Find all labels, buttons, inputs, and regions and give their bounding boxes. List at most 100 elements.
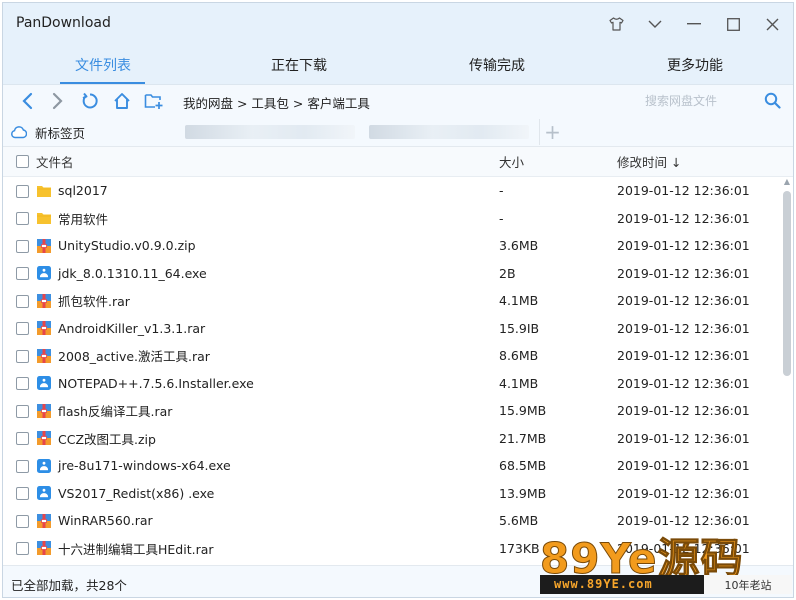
file-name-cell[interactable]: VS2017_Redist(x86) .exe	[36, 480, 214, 508]
column-header-time[interactable]: 修改时间 ↓	[617, 147, 681, 176]
file-modified-time: 2019-01-12 12:36:01	[617, 458, 750, 474]
blurred-tab[interactable]	[369, 125, 529, 139]
column-header-size[interactable]: 大小	[499, 147, 524, 176]
file-name-cell[interactable]: CCZ改图工具.zip	[36, 425, 156, 453]
exe-icon	[36, 375, 52, 391]
search-box[interactable]	[639, 90, 789, 112]
file-name-cell[interactable]: 十六进制编辑工具HEdit.rar	[36, 535, 214, 563]
file-name-cell[interactable]: 常用软件	[36, 205, 108, 233]
file-modified-time: 2019-01-12 12:36:01	[617, 238, 750, 254]
tab-file-list[interactable]: 文件列表	[3, 45, 203, 85]
chevron-down-icon[interactable]	[644, 13, 666, 35]
table-row[interactable]: 2008_active.激活工具.rar 8.6MB 2019-01-12 12:3…	[3, 342, 783, 370]
row-checkbox[interactable]	[16, 267, 29, 281]
minimize-icon[interactable]	[683, 13, 705, 35]
scroll-up-icon[interactable]: ▲	[783, 177, 791, 187]
table-row[interactable]: flash反编译工具.rar 15.9MB 2019-01-12 12:36:01	[3, 397, 783, 425]
file-name-cell[interactable]: AndroidKiller_v1.3.1.rar	[36, 315, 205, 343]
select-all-checkbox[interactable]	[16, 155, 29, 168]
file-name-cell[interactable]: sql2017	[36, 177, 108, 205]
row-checkbox[interactable]	[16, 294, 29, 308]
row-checkbox[interactable]	[16, 514, 29, 528]
file-name-cell[interactable]: jre-8u171-windows-x64.exe	[36, 452, 231, 480]
file-size: 4.1MB	[499, 293, 539, 309]
skin-icon[interactable]	[605, 13, 627, 35]
table-row[interactable]: jre-8u171-windows-x64.exe 68.5MB 2019-01-1…	[3, 452, 783, 480]
file-name-cell[interactable]: NOTEPAD++.7.5.6.Installer.exe	[36, 370, 254, 398]
tab-downloading[interactable]: 正在下载	[199, 45, 399, 85]
file-name-cell[interactable]: jdk_8.0.1310.11_64.exe	[36, 260, 207, 288]
forward-icon[interactable]	[47, 90, 69, 112]
file-size: 21.7MB	[499, 430, 547, 446]
row-checkbox[interactable]	[16, 404, 29, 418]
table-row[interactable]: jdk_8.0.1310.11_64.exe 2B 2019-01-12 12:36…	[3, 260, 783, 288]
file-list: 文件名 大小 修改时间 ↓ sql2017 - 2019-01-12 12:36:0…	[3, 147, 793, 565]
table-row[interactable]: 常用软件 - 2019-01-12 12:36:01	[3, 205, 783, 233]
row-checkbox[interactable]	[16, 322, 29, 336]
row-checkbox[interactable]	[16, 184, 29, 198]
row-checkbox[interactable]	[16, 487, 29, 501]
file-modified-time: 2019-01-12 12:36:01	[617, 375, 750, 391]
table-row[interactable]: VS2017_Redist(x86) .exe 13.9MB 2019-01-12 …	[3, 480, 783, 508]
blurred-tab[interactable]	[185, 125, 355, 139]
row-checkbox[interactable]	[16, 349, 29, 363]
breadcrumb[interactable]: 我的网盘 > 工具包 > 客户端工具	[183, 93, 370, 112]
file-name: 十六进制编辑工具HEdit.rar	[58, 541, 214, 557]
cloud-icon	[11, 126, 27, 139]
archive-icon	[36, 348, 52, 364]
page-tabstrip: 新标签页 +	[3, 117, 793, 147]
refresh-icon[interactable]	[79, 90, 101, 112]
file-name-cell[interactable]: flash反编译工具.rar	[36, 397, 172, 425]
active-tab-indicator	[60, 82, 145, 84]
scroll-thumb[interactable]	[783, 191, 791, 376]
archive-icon	[36, 320, 52, 336]
table-row[interactable]: 抓包软件.rar 4.1MB 2019-01-12 12:36:01	[3, 287, 783, 315]
exe-icon	[36, 458, 52, 474]
status-text: 已全部加载，共28个	[11, 578, 127, 593]
row-checkbox[interactable]	[16, 432, 29, 446]
table-row[interactable]: CCZ改图工具.zip 21.7MB 2019-01-12 12:36:01	[3, 425, 783, 453]
file-size: 13.9MB	[499, 485, 547, 501]
row-checkbox[interactable]	[16, 377, 29, 391]
file-size: 2B	[499, 265, 516, 281]
watermark-badge: 10年老站	[704, 575, 792, 594]
home-icon[interactable]	[111, 90, 133, 112]
row-checkbox[interactable]	[16, 459, 29, 473]
main-tabs: 文件列表 正在下载 传输完成 更多功能	[3, 45, 793, 85]
file-name: 常用软件	[58, 211, 109, 227]
table-row[interactable]: NOTEPAD++.7.5.6.Installer.exe 4.1MB 2019-0…	[3, 370, 783, 398]
row-checkbox[interactable]	[16, 542, 29, 556]
table-row[interactable]: sql2017 - 2019-01-12 12:36:01	[3, 177, 783, 205]
file-name-cell[interactable]: UnityStudio.v0.9.0.zip	[36, 232, 196, 260]
file-name: flash反编译工具.rar	[58, 404, 173, 420]
close-icon[interactable]	[761, 13, 783, 35]
table-row[interactable]: AndroidKiller_v1.3.1.rar 15.9IB 2019-01-12…	[3, 315, 783, 343]
back-icon[interactable]	[16, 90, 38, 112]
new-tab-item[interactable]: 新标签页	[11, 122, 85, 142]
add-tab-button[interactable]: +	[539, 119, 565, 145]
scrollbar[interactable]: ▲	[783, 177, 791, 565]
file-name-cell[interactable]: 抓包软件.rar	[36, 287, 130, 315]
file-name-cell[interactable]: 2008_active.激活工具.rar	[36, 342, 210, 370]
watermark-bar: www.89YE.com 10年老站	[540, 575, 792, 594]
app-title: PanDownload	[16, 15, 111, 31]
file-name: sql2017	[58, 183, 108, 199]
tab-completed[interactable]: 传输完成	[397, 45, 597, 85]
archive-icon	[36, 238, 52, 254]
search-icon[interactable]	[764, 92, 781, 113]
file-modified-time: 2019-01-12 12:36:01	[617, 265, 750, 281]
row-checkbox[interactable]	[16, 212, 29, 226]
column-header-name[interactable]: 文件名	[36, 147, 74, 176]
file-size: -	[499, 210, 504, 226]
search-input[interactable]	[639, 90, 759, 112]
file-name: AndroidKiller_v1.3.1.rar	[58, 320, 206, 336]
file-modified-time: 2019-01-12 12:36:01	[617, 348, 750, 364]
table-row[interactable]: UnityStudio.v0.9.0.zip 3.6MB 2019-01-12 12…	[3, 232, 783, 260]
file-modified-time: 2019-01-12 12:36:01	[617, 293, 750, 309]
watermark-url: www.89YE.com	[554, 577, 653, 591]
new-folder-icon[interactable]	[143, 90, 165, 112]
maximize-icon[interactable]	[722, 13, 744, 35]
row-checkbox[interactable]	[16, 239, 29, 253]
file-name-cell[interactable]: WinRAR560.rar	[36, 507, 153, 535]
tab-more-features[interactable]: 更多功能	[595, 45, 793, 85]
